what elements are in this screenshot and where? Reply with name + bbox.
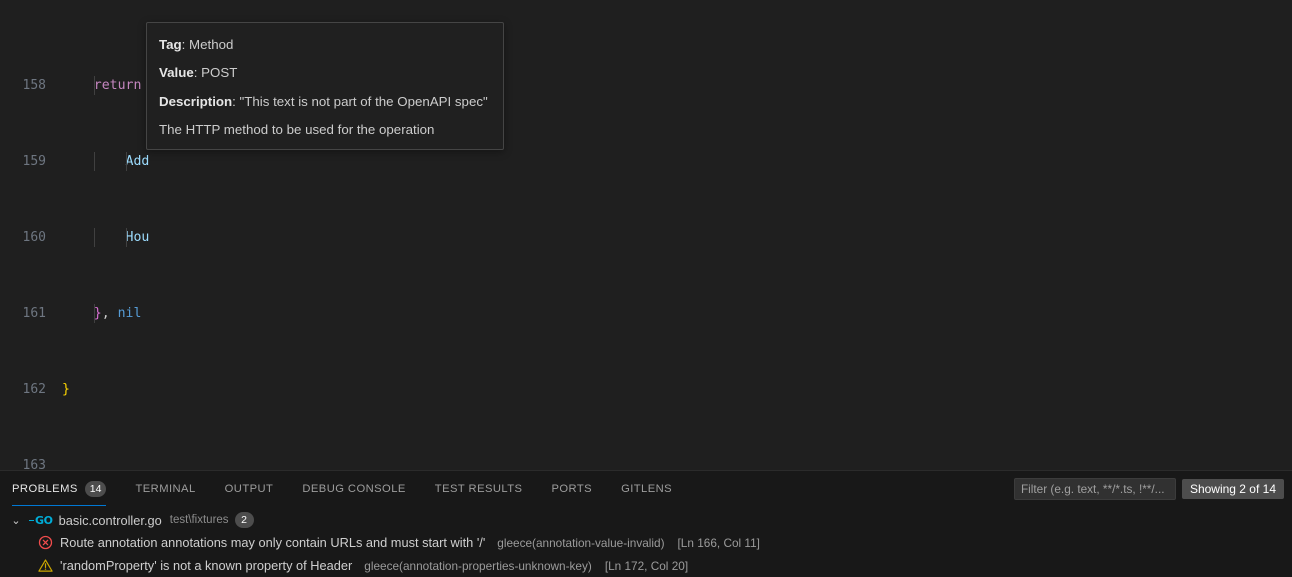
- code-line[interactable]: 160 Hou: [0, 228, 1292, 247]
- tab-gitlens[interactable]: GITLENS: [621, 471, 684, 506]
- tab-gitlens-label: GITLENS: [621, 482, 673, 495]
- problem-message: 'randomProperty' is not a known property…: [60, 558, 353, 573]
- error-icon: [38, 535, 53, 550]
- problem-source: gleece(annotation-value-invalid): [497, 535, 665, 550]
- hover-tag-label: Tag: [159, 37, 182, 52]
- tab-test-results-label: TEST RESULTS: [434, 482, 523, 495]
- problem-source: gleece(annotation-properties-unknown-key…: [364, 558, 592, 573]
- warning-icon: [38, 558, 53, 573]
- problems-tree: ⌄ GO basic.controller.go test\fixtures 2…: [0, 506, 1292, 577]
- hover-tag-value: Method: [189, 37, 234, 52]
- tab-problems-label: PROBLEMS: [12, 482, 78, 495]
- tab-ports-label: PORTS: [551, 482, 593, 495]
- panel-tab-bar: PROBLEMS 14 TERMINAL OUTPUT DEBUG CONSOL…: [0, 471, 1292, 506]
- line-number: 162: [22, 382, 46, 397]
- code-line[interactable]: 163: [0, 456, 1292, 470]
- tab-output[interactable]: OUTPUT: [225, 471, 286, 506]
- code-line[interactable]: 161 }, nil: [0, 304, 1292, 323]
- line-content: Hou: [125, 230, 150, 245]
- hover-value-row: Value: POST: [159, 65, 238, 81]
- problem-row-error[interactable]: Route annotation annotations may only co…: [0, 531, 1292, 554]
- problems-file-group[interactable]: ⌄ GO basic.controller.go test\fixtures 2: [0, 509, 1292, 531]
- problem-location: [Ln 166, Col 11]: [677, 535, 760, 550]
- line-number: 163: [22, 458, 46, 470]
- tab-test-results[interactable]: TEST RESULTS: [435, 471, 535, 506]
- hover-description-value: "This text is not part of the OpenAPI sp…: [239, 93, 488, 109]
- line-content: Add: [125, 154, 150, 169]
- line-content: }: [62, 382, 70, 397]
- line-number: 159: [22, 154, 46, 169]
- showing-count-badge: Showing 2 of 14: [1181, 478, 1284, 499]
- hover-detail-row: The HTTP method to be used for the opera…: [159, 121, 435, 137]
- hover-description-row: Description: "This text is not part of t…: [159, 93, 488, 109]
- tab-output-label: OUTPUT: [224, 482, 274, 495]
- problem-location: [Ln 172, Col 20]: [604, 558, 689, 573]
- problems-count-badge: 14: [84, 480, 107, 497]
- problems-filter-placeholder: Filter (e.g. text, **/*.ts, !**/...: [1020, 481, 1165, 496]
- hover-value-value: POST: [201, 65, 238, 81]
- problems-file-count-badge: 2: [234, 512, 254, 528]
- panel-actions: Filter (e.g. text, **/*.ts, !**/... Show…: [1013, 471, 1284, 506]
- problems-filter-input[interactable]: Filter (e.g. text, **/*.ts, !**/...: [1013, 477, 1176, 500]
- code-line[interactable]: 159 Add: [0, 152, 1292, 171]
- code-editor[interactable]: 158 return Domicile{ 159 Add 160 Hou 161…: [0, 0, 1292, 470]
- tab-ports[interactable]: PORTS: [551, 471, 604, 506]
- line-number: 160: [22, 230, 46, 245]
- problem-message: Route annotation annotations may only co…: [60, 535, 486, 550]
- bottom-panel: PROBLEMS 14 TERMINAL OUTPUT DEBUG CONSOL…: [0, 470, 1292, 577]
- go-file-icon: GO: [29, 514, 53, 527]
- tab-problems[interactable]: PROBLEMS 14: [12, 471, 118, 506]
- hover-tooltip: Tag: Method Value: POST Description: "Th…: [146, 22, 504, 151]
- tab-terminal[interactable]: TERMINAL: [135, 471, 207, 506]
- tab-terminal-label: TERMINAL: [135, 482, 196, 495]
- chevron-down-icon[interactable]: ⌄: [8, 514, 24, 527]
- problems-file-name: basic.controller.go: [58, 512, 162, 528]
- code-line[interactable]: 162 }: [0, 380, 1292, 399]
- tab-debug-console-label: DEBUG CONSOLE: [302, 482, 406, 495]
- problem-row-warning[interactable]: 'randomProperty' is not a known property…: [0, 554, 1292, 577]
- line-number: 161: [22, 306, 46, 321]
- hover-value-label: Value: [159, 65, 194, 81]
- line-number: 158: [22, 78, 46, 93]
- hover-tag-row: Tag: Method: [159, 37, 234, 52]
- problems-file-path: test\fixtures: [169, 514, 229, 526]
- hover-description-label: Description: [159, 93, 233, 109]
- tab-debug-console[interactable]: DEBUG CONSOLE: [302, 471, 417, 506]
